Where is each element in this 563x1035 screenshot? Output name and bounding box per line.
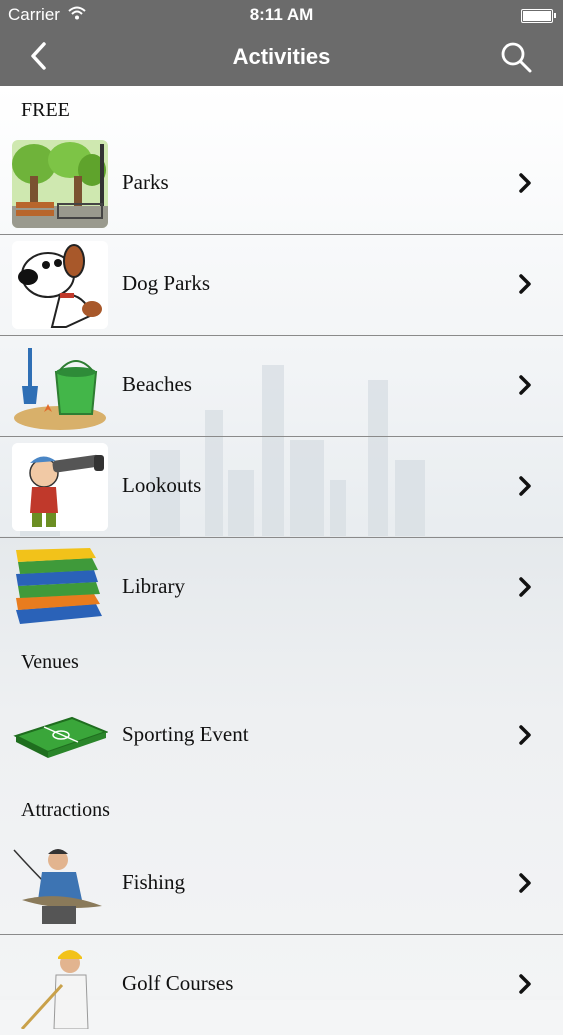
golfer-icon <box>12 941 108 1029</box>
chevron-right-icon <box>519 577 531 597</box>
list-item-label: Fishing <box>122 870 186 894</box>
list-item-beaches[interactable]: Beaches <box>0 336 563 437</box>
lookout-telescope-icon <box>12 443 108 531</box>
chevron-right-icon <box>519 725 531 745</box>
soccer-field-icon <box>12 692 108 780</box>
chevron-right-icon <box>519 476 531 496</box>
chevron-right-icon <box>519 974 531 994</box>
list-item-label: Golf Courses <box>122 971 234 995</box>
list-item-label: Dog Parks <box>122 271 211 295</box>
activities-list: FREE Parks Dog Parks Beaches Lookouts Li… <box>0 86 563 1035</box>
list-item-label: Beaches <box>122 372 192 396</box>
page-title: Activities <box>232 44 331 69</box>
beach-bucket-icon <box>12 342 108 430</box>
chevron-right-icon <box>519 375 531 395</box>
list-item-parks[interactable]: Parks <box>0 134 563 235</box>
list-item-lookouts[interactable]: Lookouts <box>0 437 563 538</box>
search-button[interactable] <box>499 40 535 76</box>
books-icon <box>12 544 108 632</box>
battery-icon <box>521 9 556 23</box>
chevron-right-icon <box>519 274 531 294</box>
status-bar: Carrier 8:11 AM <box>0 0 563 30</box>
section-header-free: FREE <box>21 99 70 121</box>
chevron-right-icon <box>519 173 531 193</box>
list-item-label: Lookouts <box>122 473 202 497</box>
section-header-venues: Venues <box>21 651 79 673</box>
list-item-sporting-event[interactable]: Sporting Event <box>0 686 563 786</box>
park-icon <box>12 140 108 228</box>
list-item-golf-courses[interactable]: Golf Courses <box>0 935 563 1035</box>
list-item-fishing[interactable]: Fishing <box>0 834 563 935</box>
nav-bar: Activities <box>0 30 563 86</box>
list-item-label: Parks <box>122 170 169 194</box>
list-item-label: Library <box>122 574 185 598</box>
list-item-library[interactable]: Library <box>0 538 563 638</box>
section-header-attractions: Attractions <box>21 799 110 821</box>
clock: 8:11 AM <box>249 5 314 24</box>
list-item-dog-parks[interactable]: Dog Parks <box>0 235 563 336</box>
chevron-right-icon <box>519 873 531 893</box>
fisherman-icon <box>12 840 108 928</box>
search-icon <box>501 42 532 73</box>
list-item-label: Sporting Event <box>122 722 249 746</box>
dog-icon <box>12 241 108 329</box>
